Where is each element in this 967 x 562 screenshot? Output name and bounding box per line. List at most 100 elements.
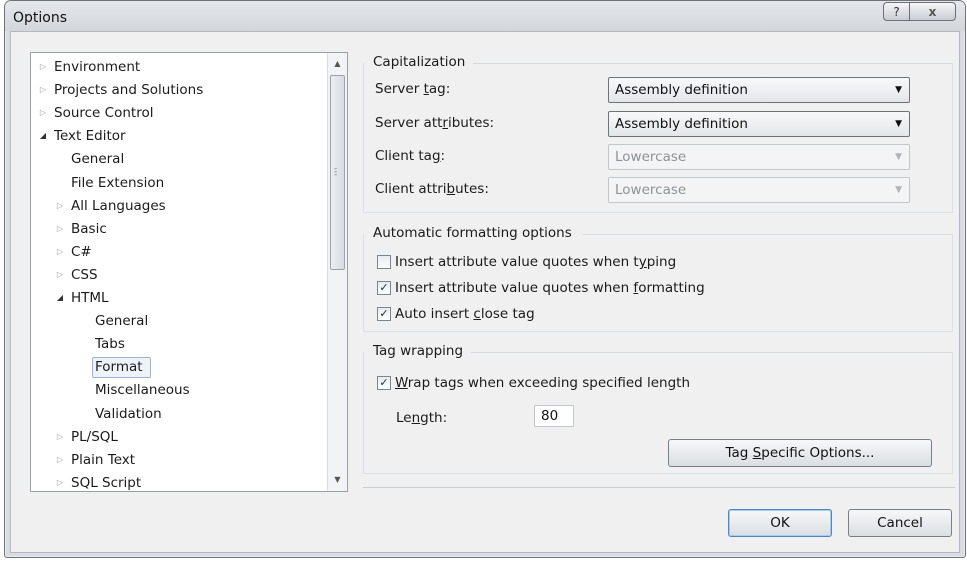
grip-icon: --- — [334, 164, 338, 180]
chevron-down-icon: ▼ — [895, 85, 902, 95]
server-tag-value: Assembly definition — [615, 82, 748, 98]
tree-item[interactable]: ▷ PL/SQL — [31, 426, 327, 448]
expanded-arrow-icon[interactable]: ◢ — [55, 287, 65, 309]
server-tag-dropdown[interactable]: Assembly definition ▼ — [608, 77, 910, 103]
client-tag-label: Client tag: — [375, 148, 446, 164]
tree-item[interactable]: ▷ Basic — [31, 218, 327, 240]
wrap-tags-checkbox[interactable]: ✓ Wrap tags when exceeding specified len… — [377, 373, 707, 393]
tree-item[interactable]: ▷ Source Control — [31, 102, 327, 124]
checkbox-box[interactable]: ✓ — [377, 376, 391, 390]
client-attributes-dropdown[interactable]: Lowercase ▼ — [608, 177, 910, 203]
options-tree[interactable]: ▷ Environment ▷ Projects and Solutions ▷ Sour… — [30, 52, 348, 492]
checkbox-label: Insert attribute value quotes when typin… — [395, 254, 677, 270]
expanded-arrow-icon[interactable]: ◢ — [38, 125, 48, 147]
footer-separator — [363, 487, 955, 488]
title-bar: Options ? x — [5, 1, 965, 31]
tree-scrollbar[interactable]: ▲ --- ▼ — [327, 53, 347, 491]
server-attributes-dropdown[interactable]: Assembly definition ▼ — [608, 111, 910, 137]
tree-item-label: General — [95, 313, 149, 330]
collapsed-arrow-icon[interactable]: ▷ — [55, 426, 65, 448]
tree-item-label: C# — [71, 243, 92, 260]
tree-item-label: Validation — [95, 405, 162, 422]
tree-item[interactable]: Tabs — [31, 333, 327, 355]
check-icon: ✓ — [379, 376, 389, 389]
options-dialog: Options ? x ▷ Environment ▷ Projects and So… — [4, 0, 966, 558]
tree-item-label: Text Editor — [54, 128, 126, 145]
checkbox-label: Insert attribute value quotes when forma… — [395, 280, 705, 296]
tree-item[interactable]: General — [31, 310, 327, 332]
tree-item[interactable]: ▷ All Languages — [31, 195, 327, 217]
tree-item[interactable]: File Extension — [31, 172, 327, 194]
tree-item-label: Environment — [54, 59, 141, 75]
ok-button[interactable]: OK — [728, 509, 832, 537]
checkbox-label: Auto insert close tag — [395, 306, 535, 322]
tree-item[interactable]: ▷ C# — [31, 241, 327, 263]
client-attributes-value: Lowercase — [615, 182, 687, 198]
tree-item-label: SQL Script — [71, 474, 142, 491]
collapsed-arrow-icon[interactable]: ▷ — [55, 472, 65, 491]
window-title: Options — [13, 10, 68, 26]
tree-item[interactable]: ▷ CSS — [31, 264, 327, 286]
collapsed-arrow-icon[interactable]: ▷ — [55, 264, 65, 286]
scroll-up-icon[interactable]: ▲ — [328, 55, 347, 73]
help-button[interactable]: ? — [883, 2, 910, 21]
tree-item[interactable]: Validation — [31, 403, 327, 425]
insert-quotes-formatting-checkbox[interactable]: ✓ Insert attribute value quotes when for… — [377, 278, 717, 298]
client-tag-value: Lowercase — [615, 149, 687, 165]
tree-item-label: PL/SQL — [71, 428, 118, 445]
help-icon: ? — [893, 4, 900, 19]
tree-item[interactable]: ▷ Environment — [31, 56, 327, 78]
chevron-down-icon: ▼ — [895, 152, 902, 162]
collapsed-arrow-icon[interactable]: ▷ — [55, 241, 65, 263]
collapsed-arrow-icon[interactable]: ▷ — [55, 195, 65, 217]
tree-item-label: File Extension — [71, 174, 165, 191]
tag-specific-options-button[interactable]: Tag Specific Options... — [668, 439, 932, 467]
chevron-down-icon: ▼ — [895, 185, 902, 195]
auto-close-tag-checkbox[interactable]: ✓ Auto insert close tag — [377, 304, 577, 324]
checkbox-label: Wrap tags when exceeding specified lengt… — [395, 375, 691, 391]
tree-item-label: All Languages — [71, 197, 166, 214]
tree-item-label: Miscellaneous — [95, 382, 190, 399]
tree-item-label: Source Control — [54, 105, 154, 122]
tree-item-label: Plain Text — [71, 451, 136, 468]
tree-item-label: CSS — [71, 266, 98, 283]
length-label: Length: — [396, 410, 448, 426]
server-tag-label: Server tag: — [375, 81, 451, 97]
collapsed-arrow-icon[interactable]: ▷ — [55, 449, 65, 471]
collapsed-arrow-icon[interactable]: ▷ — [38, 79, 48, 101]
scroll-thumb[interactable]: --- — [330, 75, 345, 270]
checkbox-box[interactable]: ✓ — [377, 281, 391, 295]
tree-item-label: General — [71, 151, 125, 168]
cancel-button[interactable]: Cancel — [848, 509, 952, 537]
server-attributes-label: Server attributes: — [375, 115, 495, 131]
server-attributes-value: Assembly definition — [615, 116, 748, 132]
tree-item[interactable]: ▷ SQL Script — [31, 472, 327, 491]
tree-item[interactable]: Miscellaneous — [31, 379, 327, 401]
client-attributes-label: Client attributes: — [375, 181, 489, 197]
tree-item-label: HTML — [71, 290, 109, 306]
scroll-down-icon[interactable]: ▼ — [328, 471, 347, 489]
checkbox-box[interactable] — [377, 255, 391, 269]
tree-item[interactable]: ▷ Projects and Solutions — [31, 79, 327, 101]
tree-item-label: Format — [95, 359, 143, 376]
close-icon: x — [928, 4, 937, 19]
client-tag-dropdown[interactable]: Lowercase ▼ — [608, 144, 910, 170]
tree-item[interactable]: ◢ Text Editor — [31, 125, 327, 147]
dialog-body: ▷ Environment ▷ Projects and Solutions ▷ Sour… — [10, 31, 960, 553]
chevron-down-icon: ▼ — [895, 119, 902, 129]
tree-item-label: Tabs — [95, 336, 125, 353]
close-button[interactable]: x — [909, 2, 956, 21]
checkbox-box[interactable]: ✓ — [377, 307, 391, 321]
tree-item[interactable]: General — [31, 148, 327, 170]
check-icon: ✓ — [379, 307, 389, 320]
tree-item-label: Projects and Solutions — [54, 82, 204, 99]
collapsed-arrow-icon[interactable]: ▷ — [55, 218, 65, 240]
tree-item[interactable]: ◢ HTML — [31, 287, 327, 309]
length-input[interactable]: 80 — [534, 405, 574, 427]
tree-item[interactable]: Format — [31, 356, 327, 379]
insert-quotes-typing-checkbox[interactable]: Insert attribute value quotes when typin… — [377, 252, 707, 272]
collapsed-arrow-icon[interactable]: ▷ — [38, 56, 48, 78]
tree-item-label: Basic — [71, 220, 107, 237]
collapsed-arrow-icon[interactable]: ▷ — [38, 102, 48, 124]
tree-item[interactable]: ▷ Plain Text — [31, 449, 327, 471]
